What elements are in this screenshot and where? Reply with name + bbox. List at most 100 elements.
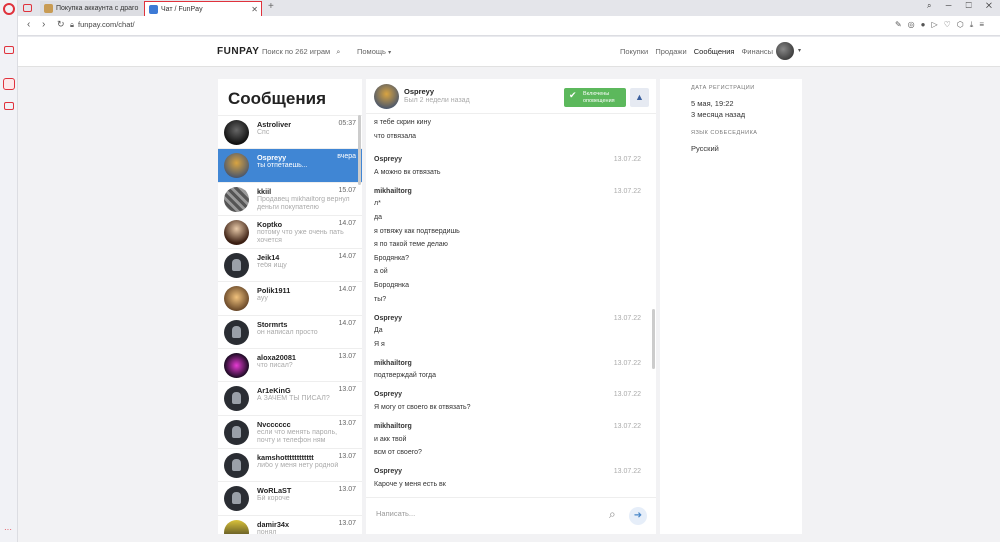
check-icon: ✔ [569, 90, 577, 100]
message-group: Ospreyy 13.07.22 Да Я я [374, 315, 644, 349]
nav-finances[interactable]: Финансы [742, 47, 774, 56]
nav-messages[interactable]: Сообщения [694, 47, 735, 56]
thread-preview: либо у меня нету родной [257, 461, 339, 469]
thread-preview: если что менять пароль, почту и телефон … [257, 428, 338, 444]
funpay-logo[interactable]: FUNPAY [217, 46, 259, 57]
thread-name: Stormrts [257, 319, 288, 329]
list-item[interactable]: kkiil 15.07 Продавец mikhailtorg вернул де… [218, 181, 362, 215]
tab-chat[interactable]: Чат / FunPay ✕ [144, 1, 262, 16]
message-author[interactable]: Ospreyy [374, 391, 644, 398]
notifications-toggle[interactable]: ✔ Включены оповещения [564, 88, 626, 107]
avatar[interactable] [374, 84, 399, 109]
thread-list-scrollbar[interactable] [358, 115, 361, 185]
list-item[interactable]: Astroliver 05:37 Спс [218, 115, 362, 148]
list-item[interactable]: Jeik14 14.07 тебя ищу [218, 248, 362, 281]
reg-ago: 3 месяца назад [691, 110, 746, 119]
thread-name: Ar1eKinG [257, 386, 291, 396]
thread-date: вчера [337, 153, 356, 161]
opera-gx-icon[interactable] [23, 4, 32, 12]
url-field[interactable]: 🔒︎ funpay.com/chat/ [70, 20, 135, 30]
help-menu[interactable]: Помощь ▾ [357, 47, 391, 56]
message-group: Ospreyy 13.07.22 А можно вк отвязать [374, 156, 644, 177]
message-history: я тебе скрин кину что отвязала Ospreyy 13.0… [366, 115, 656, 497]
home-icon[interactable] [3, 78, 15, 90]
user-avatar[interactable] [776, 42, 794, 60]
chat-user-name[interactable]: Ospreyy [404, 87, 434, 96]
chevron-down-icon[interactable]: ▾ [798, 47, 801, 54]
nav-sales[interactable]: Продажи [655, 47, 686, 56]
list-item[interactable]: kamshotttttttttttt 13.07 либо у меня нету … [218, 447, 362, 481]
funpay-page: FUNPAY Поиск по 262 играм ⌕ Помощь ▾ Пок… [18, 37, 1000, 542]
tab-purchase[interactable]: Покупка аккаунта с драго [40, 1, 160, 16]
message-author[interactable]: mikhailtorg [374, 360, 644, 367]
thread-name: Ospreyy [257, 153, 287, 163]
paperclip-icon[interactable]: ⌕ [609, 507, 616, 522]
avatar [224, 253, 249, 279]
game-search[interactable]: Поиск по 262 играм ⌕ [262, 47, 341, 57]
list-item[interactable]: Ospreyy вчера ты отпетаешь... [218, 148, 362, 182]
message-group: mikhailtorg 13.07.22 подтверждай тогда [374, 360, 644, 381]
message-group: Ospreyy 13.07.22 Кароче у меня есть вк [374, 468, 644, 489]
toolbar-icons[interactable]: ✎◎●▷♡⬡⤓≡ [895, 20, 990, 30]
thread-preview: Бй короче [257, 495, 290, 503]
site-header: FUNPAY Поиск по 262 играм ⌕ Помощь ▾ Пок… [18, 37, 1000, 67]
message-author[interactable]: mikhailtorg [374, 423, 644, 430]
message-group: mikhailtorg 13.07.22 л* да я отвяжу как подт… [374, 188, 644, 304]
message-input[interactable] [376, 509, 596, 518]
forward-icon[interactable]: › [42, 19, 45, 30]
message-text: Да [374, 327, 383, 335]
avatar [224, 319, 249, 345]
window-controls[interactable]: ⌕ ─ ☐ ✕ [927, 1, 992, 11]
back-icon[interactable]: ‹ [27, 19, 30, 30]
thread-preview: тебя ищу [257, 262, 287, 270]
briefcase-icon[interactable] [4, 46, 14, 54]
thread-date: 15.07 [338, 186, 356, 194]
list-item[interactable]: Koptko 14.07 потому что уже очень пать хоч… [218, 214, 362, 248]
arrow-right-icon: ➜ [633, 510, 643, 521]
message-group: я тебе скрин кину что отвязала [374, 119, 644, 141]
message-text: Я могу от своего вк отвязать? [374, 403, 471, 411]
thread-name: Astroliver [257, 120, 292, 129]
message-time: 13.07.22 [613, 156, 641, 164]
thread-preview: потому что уже очень пать хочется [257, 228, 344, 244]
thread-preview: что писал? [257, 362, 293, 370]
list-item[interactable]: Polik1911 14.07 ауу [218, 281, 362, 314]
message-time: 13.07.22 [613, 468, 641, 476]
list-item[interactable]: Ar1eKinG 13.07 А ЗАЧЕМ ТЫ ПИСАЛ? [218, 381, 362, 414]
message-text: Бородянка [374, 281, 409, 289]
message-author[interactable]: Ospreyy [374, 468, 644, 475]
avatar [224, 153, 249, 179]
message-text: да [374, 213, 382, 221]
avatar [224, 186, 249, 212]
reload-icon[interactable]: ↻ [57, 19, 65, 30]
list-item[interactable]: Stormrts 14.07 он написал просто [218, 314, 362, 348]
message-author[interactable]: mikhailtorg [374, 188, 644, 195]
more-icon[interactable]: ··· [4, 525, 12, 534]
opera-logo-icon[interactable] [3, 3, 15, 15]
close-tab-icon[interactable]: ✕ [251, 2, 258, 16]
new-tab-icon[interactable]: + [268, 1, 274, 12]
list-item[interactable]: damir34x 13.07 понял [218, 514, 362, 534]
chat-scrollbar[interactable] [652, 309, 655, 369]
message-text: а ой [374, 268, 388, 276]
page-title: Сообщения [228, 89, 326, 108]
nav-purchases[interactable]: Покупки [620, 47, 648, 56]
thread-name: Koptko [257, 219, 283, 229]
top-nav: Покупки Продажи Сообщения Финансы [620, 47, 778, 56]
message-author[interactable]: Ospreyy [374, 156, 644, 163]
thread-date: 13.07 [338, 452, 356, 460]
thread-name: kamshotttttttttttt [257, 452, 314, 462]
message-text: что отвязала [374, 132, 417, 140]
list-item[interactable]: Nvcccccc 13.07 если что менять пароль, поч… [218, 414, 362, 448]
chat-user-status: Был 2 недели назад [404, 97, 470, 104]
message-text: Я я [374, 340, 385, 348]
gamepad-icon[interactable] [4, 102, 14, 110]
message-author[interactable]: Ospreyy [374, 315, 644, 322]
avatar [224, 486, 249, 512]
list-item[interactable]: WoRLaST 13.07 Бй короче [218, 481, 362, 514]
list-item[interactable]: aloxa20081 13.07 что писал? [218, 348, 362, 381]
message-text: л* [374, 200, 381, 208]
message-composer: ⌕ ➜ [366, 497, 656, 534]
report-warning-icon[interactable]: ▲ [630, 88, 649, 107]
send-button[interactable]: ➜ [629, 507, 647, 525]
